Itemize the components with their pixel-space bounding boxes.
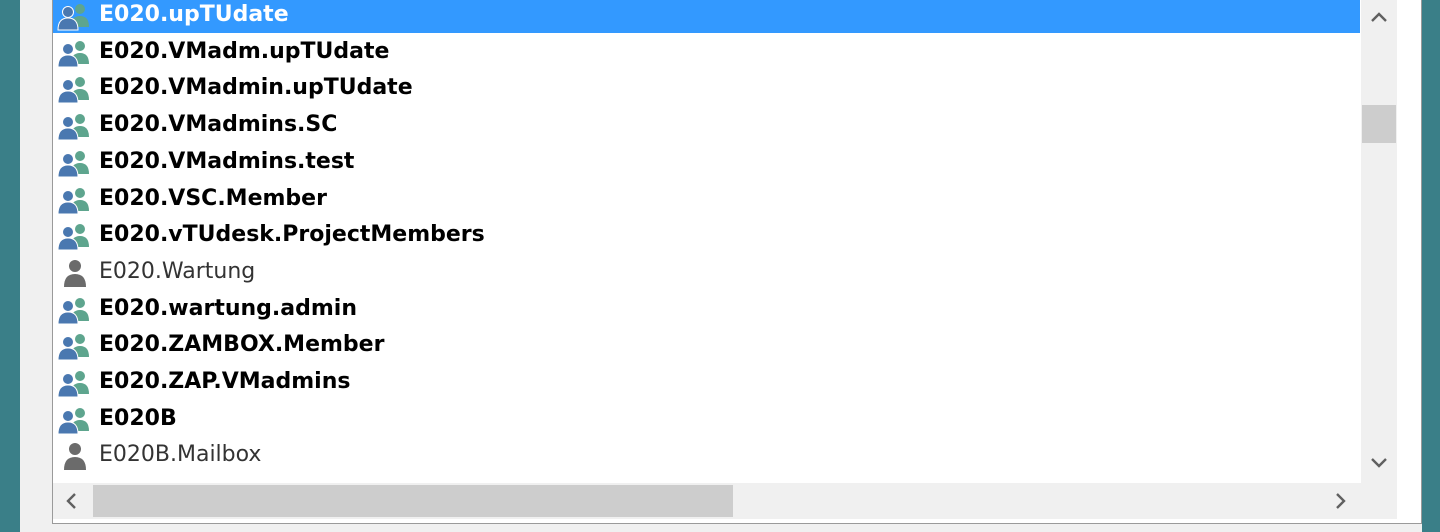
group-users-icon bbox=[57, 150, 89, 178]
list-item-label: E020.VMadmins.SC bbox=[99, 112, 338, 138]
group-users-icon bbox=[57, 77, 89, 104]
group-users-icon bbox=[57, 114, 89, 141]
list-item[interactable]: E020.VMadmins.test bbox=[53, 144, 1360, 180]
chevron-left-icon bbox=[66, 493, 76, 509]
list-item[interactable]: E020.VMadmins.SC bbox=[53, 107, 1360, 143]
list-item[interactable]: E020.VMadm.upTUdate bbox=[53, 34, 1360, 70]
chevron-right-icon bbox=[1336, 493, 1346, 509]
group-users-icon bbox=[57, 297, 89, 325]
user-icon bbox=[64, 443, 86, 471]
list-item-label: E020.ZAP.VMadmins bbox=[99, 369, 351, 394]
group-users-icon bbox=[57, 334, 89, 361]
list-item[interactable]: E020.upTUdate bbox=[53, 0, 1360, 33]
scroll-right-button[interactable] bbox=[1323, 483, 1359, 519]
group-users-icon bbox=[57, 187, 89, 214]
list-item[interactable]: E020.ZAMBOX.Member bbox=[53, 327, 1360, 363]
horizontal-scroll-thumb[interactable] bbox=[93, 485, 733, 517]
list-item[interactable]: E020.vTUdesk.ProjectMembers bbox=[53, 217, 1360, 253]
vertical-scroll-thumb[interactable] bbox=[1362, 105, 1396, 143]
list-item-label: E020.Wartung bbox=[99, 258, 256, 284]
scrollbar-corner bbox=[1361, 483, 1397, 519]
list-item-label: E020B.Mailbox bbox=[99, 442, 262, 468]
list-item[interactable]: E020.VMadmin.upTUdate bbox=[53, 70, 1360, 106]
list-item-label: E020.VSC.Member bbox=[99, 185, 327, 211]
list-item[interactable]: E020.wartung.admin bbox=[53, 291, 1360, 327]
chevron-down-icon bbox=[1371, 458, 1387, 468]
vertical-scrollbar[interactable] bbox=[1361, 0, 1397, 483]
list-item-label: E020.vTUdesk.ProjectMembers bbox=[99, 222, 485, 248]
list-item[interactable]: E020.ZAP.VMadmins bbox=[53, 364, 1360, 400]
list-item-label: E020.VMadmins.test bbox=[99, 148, 355, 174]
group-listbox[interactable]: E020.upTUdate E020.VMadm.upTUdate E020.V… bbox=[52, 0, 1422, 524]
horizontal-scrollbar[interactable] bbox=[53, 483, 1361, 519]
list-item-label: E020.ZAMBOX.Member bbox=[99, 332, 385, 358]
list-item-label: E020.wartung.admin bbox=[99, 295, 357, 321]
chevron-up-icon bbox=[1371, 12, 1387, 22]
list-item[interactable]: E020B.Mailbox bbox=[53, 437, 1360, 473]
group-users-icon bbox=[57, 224, 89, 251]
group-users-icon bbox=[57, 4, 89, 31]
list-item[interactable]: E020.VSC.Member bbox=[53, 181, 1360, 217]
list-item-label: E020.upTUdate bbox=[99, 2, 289, 27]
user-icon bbox=[64, 259, 86, 287]
group-users-icon bbox=[57, 407, 89, 435]
list-item[interactable]: E020B bbox=[53, 401, 1360, 437]
list-item-label: E020B bbox=[99, 405, 177, 431]
scroll-down-button[interactable] bbox=[1361, 445, 1397, 481]
dialog-background: E020.upTUdate E020.VMadm.upTUdate E020.V… bbox=[20, 0, 1422, 532]
listbox-items: E020.upTUdate E020.VMadm.upTUdate E020.V… bbox=[53, 0, 1361, 483]
list-item-label: E020.VMadm.upTUdate bbox=[99, 38, 390, 64]
scroll-up-button[interactable] bbox=[1361, 0, 1397, 35]
group-users-icon bbox=[57, 371, 89, 398]
group-users-icon bbox=[57, 40, 89, 68]
list-item-label: E020.VMadmin.upTUdate bbox=[99, 75, 413, 101]
scroll-left-button[interactable] bbox=[53, 483, 89, 519]
list-item[interactable]: E020.Wartung bbox=[53, 254, 1360, 290]
